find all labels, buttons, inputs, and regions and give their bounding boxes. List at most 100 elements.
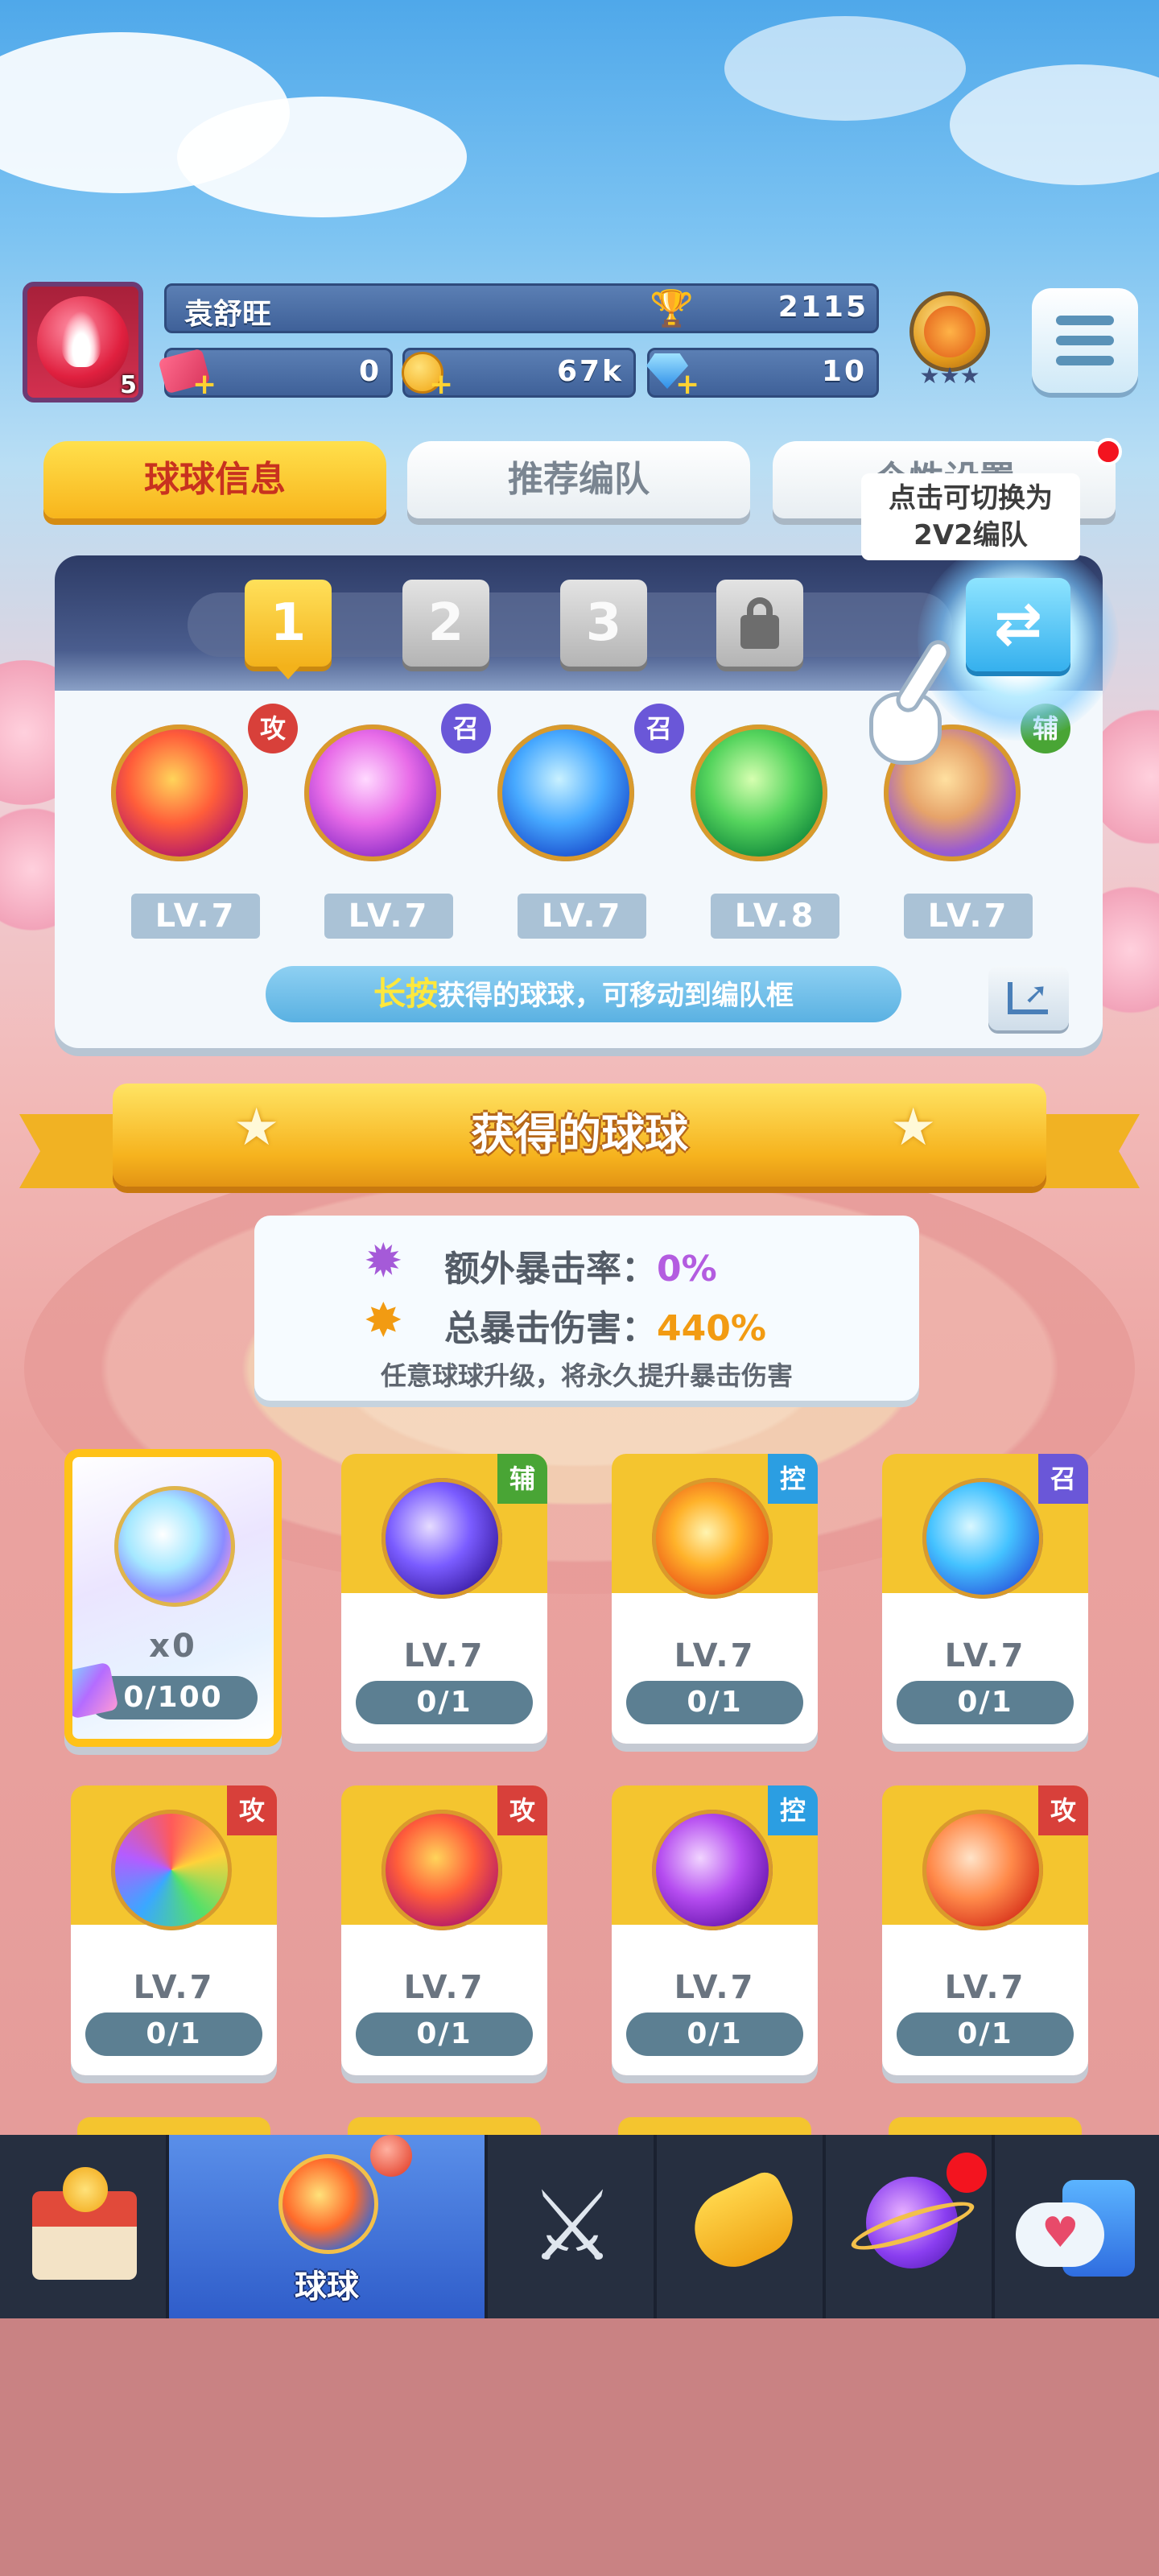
coin-plus-icon: + [429,368,454,401]
nav-chat[interactable]: ♥ [995,2135,1159,2318]
tab-ball-info[interactable]: 球球信息 [43,441,386,518]
bottom-nav: 球球 ⚔ ♥ [0,2135,1159,2318]
extra-crit-row: 额外暴击率：0% [444,1240,717,1291]
menu-line [1056,316,1114,325]
slot-pointer [275,665,301,679]
switch-2v2-button[interactable]: ⇄ [966,578,1070,671]
nav-notification-dot [947,2153,987,2193]
card-progress: 0/1 [356,1681,533,1724]
card-level: LV.7 [674,1637,756,1674]
attack-tag: 攻 [248,704,298,753]
card-progress: 0/1 [897,2013,1074,2056]
card-progress: 0/1 [85,2013,262,2056]
dragon-ball-icon [382,1810,502,1930]
ball-card[interactable]: 攻 LV.7 0/1 [882,1785,1088,2075]
player-name-bar: 袁舒旺 🏆 2115 [164,283,879,333]
ball-card-partial [618,2117,811,2136]
team-member-4-tree-ball[interactable] [691,724,827,861]
ball-card-partial [77,2117,270,2136]
card-level: LV.7 [944,1637,1026,1674]
ticket-bar[interactable]: + 0 [158,348,393,401]
ball-card-partial [889,2117,1082,2136]
fragment-icon [72,1662,119,1719]
pointing-hand-icon [837,635,958,773]
tooltip-line-1: 点击可切换为 [889,482,1053,514]
player-level: 5 [120,371,137,399]
total-crit-value: 440% [657,1308,766,1349]
summon-tag: 召 [634,704,684,753]
lightning-ball-icon [382,1478,502,1599]
card-level: LV.7 [403,1637,485,1674]
total-crit-row: 总暴击伤害：440% [444,1299,766,1351]
nav-whistle[interactable] [657,2135,826,2318]
battle-icon: ⚔ [529,2171,616,2283]
ball-card-partial [348,2117,541,2136]
card-count: x0 [149,1628,197,1665]
trophy-icon: 🏆 [650,288,694,329]
card-level: LV.7 [674,1969,756,2006]
hint-text: 获得的球球，可移动到编队框 [438,980,794,1012]
menu-button[interactable] [1032,288,1138,393]
attack-tag: 攻 [1038,1785,1088,1835]
ball-card[interactable]: 控 LV.7 0/1 [612,1454,818,1744]
coin-count: 67k [556,355,624,388]
card-level: LV.7 [403,1969,485,2006]
tooltip-line-2: 2V2编队 [914,519,1028,551]
ball-card-special[interactable]: x0 0/100 [64,1449,282,1747]
coin-bar[interactable]: + 67k [402,348,636,401]
team-slot-locked[interactable] [716,580,803,667]
summon-tag: 召 [441,704,491,753]
long-press-hint: 长按获得的球球，可移动到编队框 [266,966,901,1022]
team-slot-3[interactable]: 3 [560,580,647,667]
gem-count: 10 [821,355,867,388]
rank-badge-icon[interactable]: ★★★ [901,291,998,393]
nav-balls[interactable]: 球球 [169,2135,488,2318]
team-slot-1[interactable]: 1 [245,580,332,667]
share-button[interactable]: ➚ [988,966,1069,1030]
ball-icon [278,2154,378,2254]
nav-balls-label: 球球 [295,2268,359,2306]
ball-card[interactable]: 辅 LV.7 0/1 [341,1454,547,1744]
tab-recommended-team[interactable]: 推荐编队 [407,441,750,518]
card-progress: 0/1 [356,2013,533,2056]
cloud [950,64,1159,185]
team-member-3-castle-ball[interactable] [497,724,634,861]
prism-ball-icon [111,1810,232,1930]
potion-ball-icon [922,1478,1043,1599]
team-member-3-level: LV.7 [518,894,646,939]
crit-rate-icon: ✹ [364,1233,403,1288]
summon-tag: 召 [1038,1454,1088,1504]
team-member-1-level: LV.7 [131,894,260,939]
cloud [724,16,966,121]
vortex-ball-icon [652,1810,773,1930]
ball-card[interactable]: 攻 LV.7 0/1 [71,1785,277,2075]
hint-highlight: 长按 [373,976,438,1013]
ball-card[interactable]: 控 LV.7 0/1 [612,1785,818,2075]
card-level: LV.7 [944,1969,1026,2006]
attack-tag: 攻 [497,1785,547,1835]
swap-arrows-icon: ⇄ [993,589,1043,657]
gem-bar[interactable]: + 10 [646,348,879,401]
team-member-2-mushroom-ball[interactable] [304,724,441,861]
ball-card[interactable]: 召 LV.7 0/1 [882,1454,1088,1744]
ticket-count: 0 [358,355,379,388]
crit-note: 任意球球升级，将永久提升暴击伤害 [380,1360,793,1391]
card-level: LV.7 [133,1969,215,2006]
missile-ball-icon [922,1810,1043,1930]
team-member-1-dragon-ball[interactable] [111,724,248,861]
rainbow-ball-icon [114,1486,235,1607]
ball-card[interactable]: 攻 LV.7 0/1 [341,1785,547,2075]
player-avatar[interactable]: 5 [23,282,143,402]
ticket-plus-icon: + [192,368,217,401]
support-tag: 辅 [497,1454,547,1504]
team-slot-2[interactable]: 2 [402,580,489,667]
total-crit-label: 总暴击伤害： [444,1308,657,1349]
extra-crit-label: 额外暴击率： [444,1249,657,1290]
menu-line [1056,336,1114,345]
nav-planet[interactable] [826,2135,995,2318]
crit-damage-icon: ✸ [364,1293,403,1348]
nav-shop[interactable] [0,2135,169,2318]
nav-battle[interactable]: ⚔ [488,2135,657,2318]
card-progress: 0/1 [626,2013,803,2056]
whistle-icon [682,2167,806,2280]
